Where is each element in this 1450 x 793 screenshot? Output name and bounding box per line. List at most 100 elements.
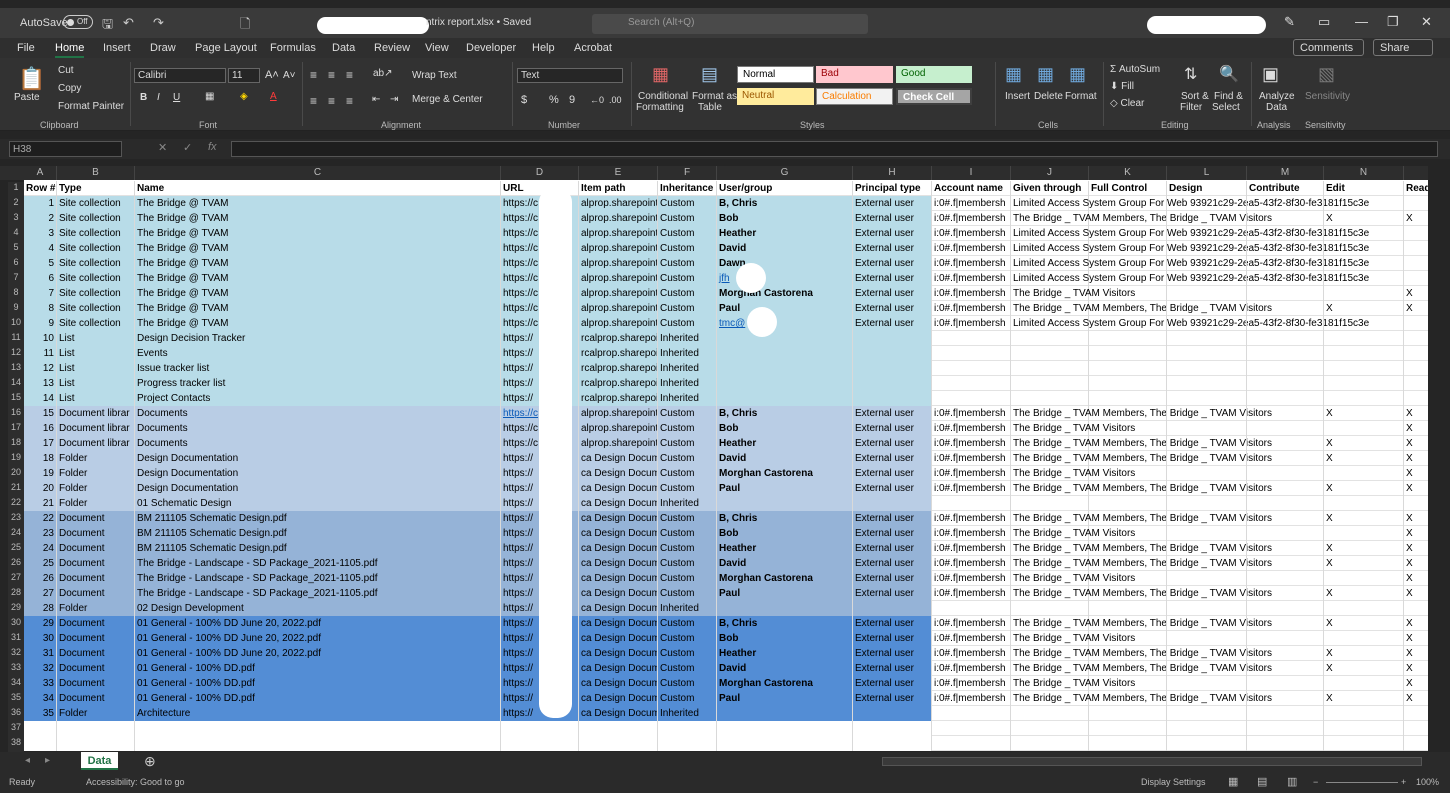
cell[interactable]: rcalprop.sharepoint. — [579, 331, 658, 346]
cell[interactable]: Type — [57, 181, 135, 196]
cell[interactable]: Site collection — [57, 256, 135, 271]
cell[interactable] — [1247, 526, 1324, 541]
cell[interactable] — [1324, 676, 1404, 691]
cell[interactable] — [135, 721, 501, 736]
cell[interactable] — [1247, 706, 1324, 721]
cell[interactable]: Custom — [658, 421, 717, 436]
cell[interactable] — [1324, 421, 1404, 436]
cell[interactable]: External user — [853, 211, 932, 226]
cell[interactable]: Heather — [717, 541, 853, 556]
cell[interactable] — [1089, 601, 1167, 616]
cell[interactable]: The Bridge _ TVAM Members, The Bridge _ … — [1011, 451, 1272, 466]
tab-home[interactable]: Home — [55, 42, 85, 58]
cell[interactable]: The Bridge @ TVAM — [135, 241, 501, 256]
cell[interactable]: The Bridge @ TVAM — [135, 271, 501, 286]
cell[interactable]: Bob — [717, 526, 853, 541]
row-header[interactable]: 38 — [8, 737, 24, 752]
accessibility-status[interactable]: Accessibility: Good to go — [86, 777, 185, 787]
ribbon-display-icon[interactable]: ▭ — [1318, 14, 1330, 30]
cell[interactable]: i:0#.f|membersh — [932, 451, 1011, 466]
cancel-icon[interactable]: ✕ — [158, 141, 167, 154]
cell[interactable]: Inherited — [658, 361, 717, 376]
row-header[interactable]: 3 — [8, 212, 24, 227]
cell[interactable] — [717, 736, 853, 751]
row-header[interactable]: 28 — [8, 587, 24, 602]
cell[interactable] — [1089, 286, 1167, 301]
cell[interactable]: Inherited — [658, 496, 717, 511]
merge-center-button[interactable]: Merge & Center — [412, 94, 483, 105]
column-header[interactable]: G — [717, 166, 853, 180]
cell[interactable] — [853, 736, 932, 751]
row-header[interactable]: 19 — [8, 452, 24, 467]
cell[interactable]: The Bridge _ TVAM Visitors — [1011, 571, 1135, 586]
row-header[interactable]: 14 — [8, 377, 24, 392]
cell[interactable]: 24 — [24, 541, 57, 556]
cell[interactable]: The Bridge _ TVAM Members, The Bridge _ … — [1011, 211, 1272, 226]
cell[interactable] — [1011, 331, 1089, 346]
copy-button[interactable]: Copy — [58, 83, 81, 94]
cell[interactable]: 26 — [24, 571, 57, 586]
cell[interactable]: X — [1404, 466, 1428, 481]
cell[interactable]: ca Design Documer — [579, 526, 658, 541]
cell[interactable]: Document librar — [57, 406, 135, 421]
cell[interactable]: X — [1324, 691, 1404, 706]
cell[interactable] — [1011, 391, 1089, 406]
cell[interactable]: Row # — [24, 181, 57, 196]
comments-button[interactable]: Comments — [1293, 39, 1364, 56]
column-header[interactable]: E — [579, 166, 658, 180]
cell[interactable] — [853, 706, 932, 721]
cell[interactable]: Document — [57, 661, 135, 676]
cell[interactable]: Document — [57, 586, 135, 601]
cell[interactable]: Custom — [658, 481, 717, 496]
row-header[interactable]: 23 — [8, 512, 24, 527]
cell[interactable]: Inherited — [658, 346, 717, 361]
cell[interactable]: Custom — [658, 196, 717, 211]
cell[interactable]: X — [1404, 571, 1428, 586]
cell[interactable]: X — [1404, 556, 1428, 571]
cell[interactable]: The Bridge _ TVAM Members, The Bridge _ … — [1011, 646, 1272, 661]
cell[interactable]: Custom — [658, 241, 717, 256]
cell[interactable]: The Bridge _ TVAM Members, The Bridge _ … — [1011, 436, 1272, 451]
cell[interactable]: Morghan Castorena — [717, 466, 853, 481]
cell[interactable]: 16 — [24, 421, 57, 436]
cell[interactable] — [1247, 361, 1324, 376]
cell[interactable] — [1247, 676, 1324, 691]
row-header[interactable]: 10 — [8, 317, 24, 332]
sensitivity-button[interactable]: Sensitivity — [1305, 91, 1350, 102]
cell[interactable]: Document — [57, 556, 135, 571]
cell[interactable]: Project Contacts — [135, 391, 501, 406]
cell[interactable] — [1247, 196, 1324, 211]
insert-cells-button[interactable]: Insert — [1005, 91, 1030, 102]
cell[interactable]: alprop.sharepoint. — [579, 211, 658, 226]
cell[interactable]: ca Design Documer — [579, 691, 658, 706]
cell[interactable] — [1324, 601, 1404, 616]
cell[interactable] — [1089, 571, 1167, 586]
cell[interactable]: X — [1324, 436, 1404, 451]
cell[interactable]: The Bridge _ TVAM Members, The Bridge _ … — [1011, 661, 1272, 676]
cell[interactable]: Folder — [57, 601, 135, 616]
find-select-button[interactable]: Find & — [1214, 91, 1243, 102]
cell[interactable]: External user — [853, 256, 932, 271]
cell[interactable]: Principal type — [853, 181, 932, 196]
cell[interactable]: rcalprop.sharepoint. — [579, 361, 658, 376]
cell[interactable]: 30 — [24, 631, 57, 646]
grow-font-icon[interactable]: A˄ — [265, 69, 279, 81]
cell[interactable] — [1247, 511, 1324, 526]
style-neutral[interactable]: Neutral — [737, 88, 814, 105]
cell[interactable]: 23 — [24, 526, 57, 541]
cell[interactable]: Inherited — [658, 706, 717, 721]
cell[interactable]: i:0#.f|membersh — [932, 676, 1011, 691]
insert-function-icon[interactable]: fx — [208, 141, 217, 153]
row-header[interactable]: 4 — [8, 227, 24, 242]
cell[interactable] — [1167, 436, 1247, 451]
cell[interactable] — [1247, 451, 1324, 466]
cell[interactable] — [1247, 436, 1324, 451]
cell[interactable] — [1247, 721, 1324, 736]
cell[interactable] — [1324, 466, 1404, 481]
cell[interactable]: Document — [57, 571, 135, 586]
cell[interactable] — [1324, 706, 1404, 721]
cell[interactable]: X — [1324, 661, 1404, 676]
cell[interactable]: External user — [853, 631, 932, 646]
cell[interactable] — [1167, 376, 1247, 391]
cell[interactable]: i:0#.f|membersh — [932, 271, 1011, 286]
